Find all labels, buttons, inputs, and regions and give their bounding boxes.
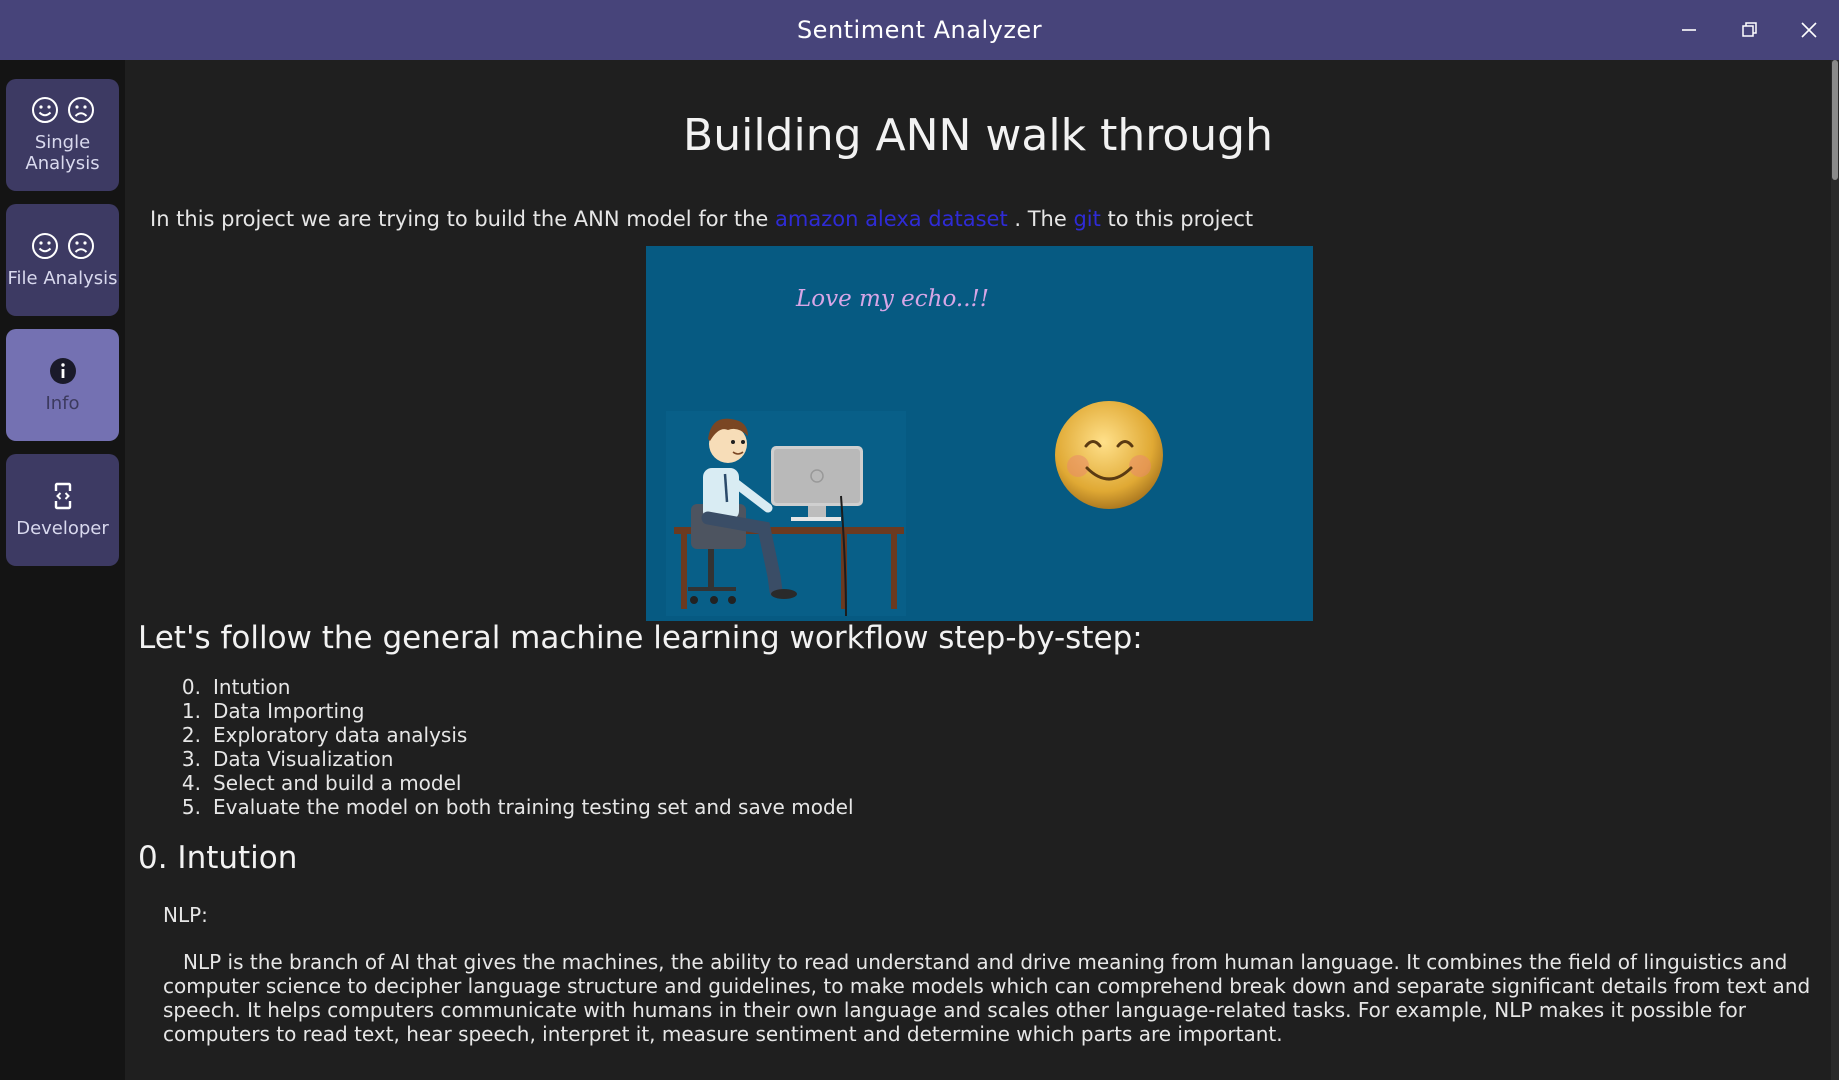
content-scrollbar[interactable] (1831, 60, 1839, 1080)
sidebar-item-label: Info (45, 392, 80, 414)
window-controls (1659, 0, 1839, 60)
sidebar-item-label: Single (34, 132, 91, 153)
list-item: 0. Intution (181, 675, 291, 699)
office-illustration (666, 401, 1163, 617)
list-item: 2. Exploratory data analysis (181, 723, 468, 747)
scrollbar-thumb[interactable] (1832, 60, 1838, 180)
git-link[interactable]: git (1073, 207, 1100, 231)
section-heading: 0. Intution (138, 840, 298, 876)
page-title: Building ANN walk through (683, 110, 1273, 161)
title-bar: Sentiment Analyzer (0, 0, 1839, 60)
sidebar-item-file-analysis[interactable]: File Analysis (6, 204, 119, 316)
workflow-heading: Let's follow the general machine learnin… (138, 620, 1143, 656)
frown-icon (67, 232, 94, 259)
smile-icon (31, 232, 58, 259)
sidebar-item-label: Analysis (25, 153, 100, 174)
sidebar-item-single-analysis[interactable]: Single Analysis (6, 79, 119, 191)
developer-icon (54, 482, 71, 509)
app-title: Sentiment Analyzer (796, 16, 1043, 44)
sidebar: Single Analysis File Analysis Info Devel… (0, 60, 125, 1080)
nlp-paragraph: NLP is the branch of AI that gives the m… (163, 950, 1811, 1046)
minimize-icon (1682, 29, 1696, 31)
list-item: 1. Data Importing (181, 699, 365, 723)
restore-button[interactable] (1719, 0, 1779, 60)
workflow-steps: 0. Intution 1. Data Importing 2. Explorator… (165, 675, 854, 819)
smile-icon (31, 97, 58, 123)
frown-icon (67, 97, 94, 123)
list-item: 3. Data Visualization (181, 747, 394, 771)
sidebar-item-label: Developer (16, 517, 109, 539)
close-icon (1801, 22, 1817, 38)
nlp-label: NLP: (163, 903, 208, 927)
info-content: Building ANN walk through In this projec… (125, 60, 1831, 1080)
hero-illustration: Love my echo..!! (646, 246, 1313, 621)
dataset-link[interactable]: amazon alexa dataset (775, 207, 1008, 231)
sidebar-item-label: File Analysis (7, 267, 118, 289)
minimize-button[interactable] (1659, 0, 1719, 60)
intro-text: In this project we are trying to build t… (150, 207, 1254, 231)
list-item: 5. Evaluate the model on both training te… (181, 795, 854, 819)
close-button[interactable] (1779, 0, 1839, 60)
info-icon (49, 357, 76, 384)
sidebar-item-info[interactable]: Info (6, 329, 119, 441)
sidebar-item-developer[interactable]: Developer (6, 454, 119, 566)
restore-icon (1742, 22, 1757, 37)
list-item: 4. Select and build a model (181, 771, 462, 795)
